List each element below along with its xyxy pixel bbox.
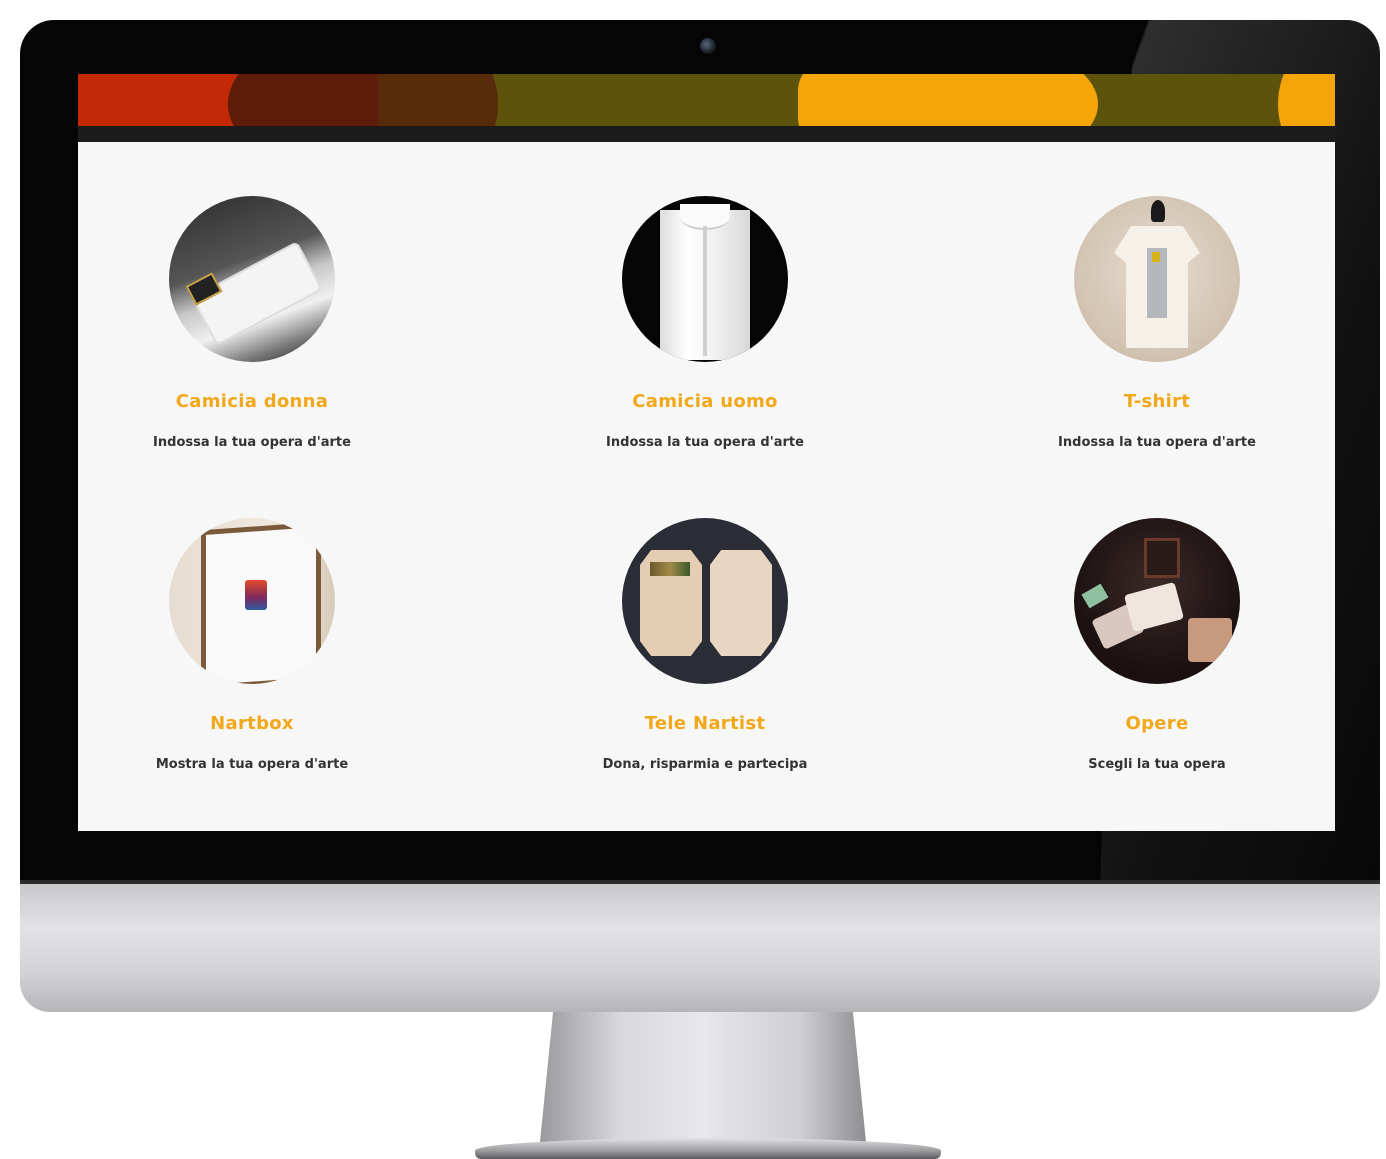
product-card-tele-nartist[interactable]: Tele Nartist Dona, risparmia e partecipa	[555, 518, 855, 772]
product-title[interactable]: Opere	[1007, 713, 1307, 734]
webcam-icon	[700, 38, 716, 54]
product-card-opere[interactable]: Opere Scegli la tua opera	[1007, 518, 1307, 772]
header-banner	[78, 74, 1335, 126]
product-card-t-shirt[interactable]: T-shirt Indossa la tua opera d'arte	[1007, 196, 1307, 450]
canvas-label	[650, 562, 690, 576]
website-screen: Camicia donna Indossa la tua opera d'art…	[78, 74, 1335, 831]
product-card-camicia-uomo[interactable]: Camicia uomo Indossa la tua opera d'arte	[555, 196, 855, 450]
canvas-back	[710, 550, 772, 656]
product-subtitle: Scegli la tua opera	[1088, 757, 1226, 772]
octagon-canvas-photo[interactable]	[622, 518, 788, 684]
tshirt-badge	[1152, 252, 1160, 262]
banner-shape	[78, 74, 248, 126]
product-grid: Camicia donna Indossa la tua opera d'art…	[78, 142, 1335, 831]
artwork-tile	[1123, 581, 1185, 633]
artwork-tile	[1188, 618, 1232, 662]
product-card-nartbox[interactable]: Nartbox Mostra la tua opera d'arte	[102, 518, 402, 772]
shirt-placket	[703, 226, 707, 356]
product-title[interactable]: Nartbox	[102, 713, 402, 734]
monitor-stand-base	[475, 1138, 941, 1159]
monitor-stand	[540, 1012, 866, 1142]
women-shirt-photo[interactable]	[169, 196, 335, 362]
product-title[interactable]: Camicia donna	[102, 391, 402, 412]
product-title[interactable]: T-shirt	[1007, 391, 1307, 412]
product-title[interactable]: Tele Nartist	[555, 713, 855, 734]
product-subtitle: Indossa la tua opera d'arte	[606, 435, 804, 450]
monitor-chin	[20, 884, 1380, 1012]
nav-strip	[78, 126, 1335, 142]
mannequin-head	[1151, 200, 1165, 222]
canvas-front	[640, 550, 702, 656]
product-subtitle: Mostra la tua opera d'arte	[155, 757, 349, 772]
product-subtitle: Dona, risparmia e partecipa	[602, 757, 808, 772]
product-title[interactable]: Camicia uomo	[555, 391, 855, 412]
banner-shape	[378, 74, 498, 126]
box-artwork	[245, 580, 267, 610]
artwork-tile	[1081, 583, 1109, 609]
product-subtitle: Indossa la tua opera d'arte	[153, 435, 351, 450]
product-card-camicia-donna[interactable]: Camicia donna Indossa la tua opera d'art…	[102, 196, 402, 450]
framed-art-box-photo[interactable]	[169, 518, 335, 684]
product-subtitle: Indossa la tua opera d'arte	[1058, 435, 1256, 450]
men-shirt-photo[interactable]	[622, 196, 788, 362]
artworks-collection-photo[interactable]	[1074, 518, 1240, 684]
banner-shape	[798, 74, 1098, 126]
tshirt-mannequin-photo[interactable]	[1074, 196, 1240, 362]
artwork-frame	[1144, 538, 1180, 578]
banner-shape	[1278, 74, 1335, 126]
